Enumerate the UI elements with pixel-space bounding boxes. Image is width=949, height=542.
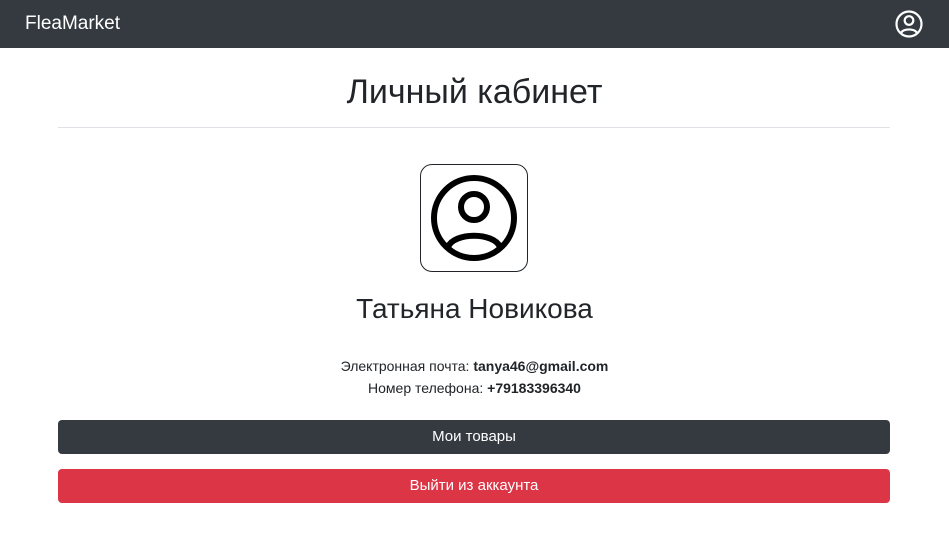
person-circle-icon <box>431 175 517 261</box>
user-name: Татьяна Новикова <box>356 293 593 324</box>
account-icon[interactable] <box>894 9 924 39</box>
my-items-button[interactable]: Мои товары <box>58 420 890 454</box>
phone-info: Номер телефона: +79183396340 <box>0 378 949 398</box>
brand-link[interactable]: FleaMarket <box>25 12 120 36</box>
navbar: FleaMarket <box>0 0 949 48</box>
email-value: tanya46@gmail.com <box>473 358 609 374</box>
phone-value: +79183396340 <box>487 380 581 396</box>
logout-button[interactable]: Выйти из аккаунта <box>58 469 890 503</box>
email-label: Электронная почта: <box>340 358 470 374</box>
page-title: Личный кабинет <box>346 73 603 111</box>
divider <box>58 127 890 128</box>
avatar <box>420 164 528 272</box>
phone-label: Номер телефона: <box>368 380 484 396</box>
email-info: Электронная почта: tanya46@gmail.com <box>0 356 949 376</box>
